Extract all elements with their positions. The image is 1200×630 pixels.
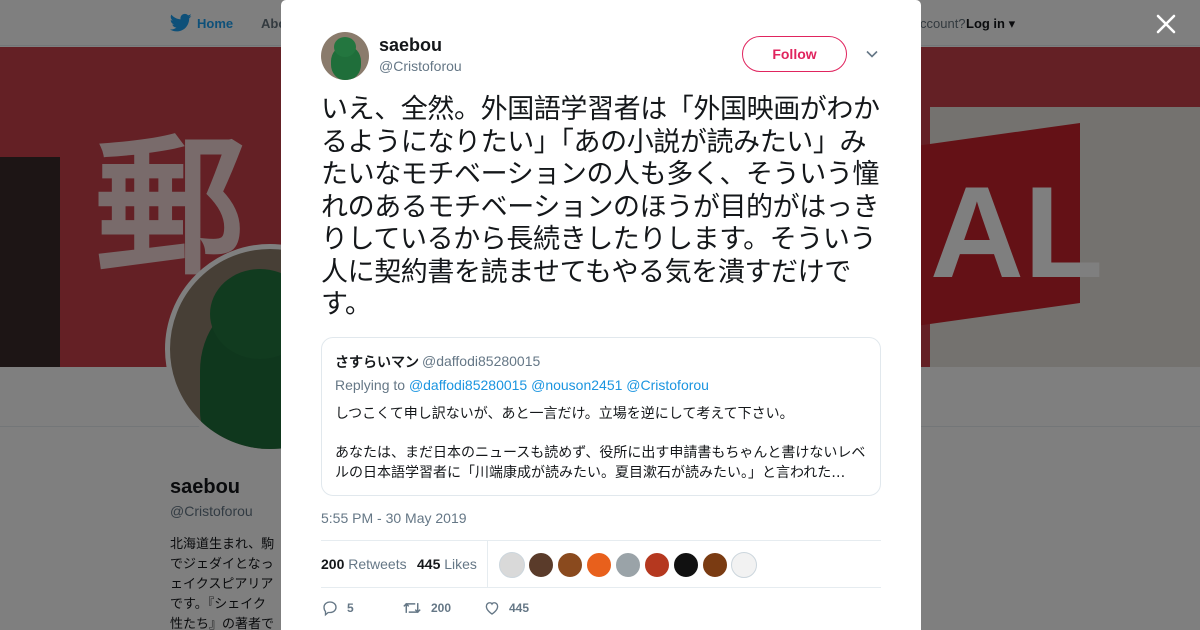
quote-paragraph: しつこくて申し訳ないが、あと一言だけ。立場を逆にして考えて下さい。	[335, 406, 794, 422]
heart-icon	[485, 602, 499, 615]
retweet-count: 200	[431, 601, 452, 615]
quote-body: しつこくて申し訳ないが、あと一言だけ。立場を逆にして考えて下さい。 あなたは、ま…	[335, 404, 870, 495]
follow-button[interactable]: Follow	[742, 36, 847, 72]
reply-button[interactable]: 5	[321, 599, 354, 617]
likes-count: 445	[417, 556, 441, 572]
quoted-tweet[interactable]: さすらいマン @daffodi85280015 Replying to @daf…	[321, 337, 881, 496]
liker-avatar[interactable]	[557, 552, 583, 578]
liker-avatar[interactable]	[644, 552, 670, 578]
reply-icon	[323, 601, 337, 617]
retweets-stat[interactable]: 200 Retweets	[321, 556, 407, 572]
liker-avatar[interactable]	[586, 552, 612, 578]
tweet-timestamp[interactable]: 5:55 PM - 30 May 2019	[321, 510, 467, 526]
avatar-bear-head	[334, 37, 356, 57]
retweet-icon	[403, 602, 421, 614]
quote-replying-to: Replying to @daffodi85280015 @nouson2451…	[335, 377, 709, 393]
retweets-count: 200	[321, 556, 345, 572]
likes-label: Likes	[444, 556, 477, 572]
quote-author-handle: @daffodi85280015	[422, 353, 541, 369]
quote-paragraph: あなたは、まだ日本のニュースも読めず、役所に出す申請書もちゃんと書けないレベルの…	[335, 445, 866, 481]
liker-avatar[interactable]	[615, 552, 641, 578]
tweet-stats: 200 Retweets 445 Likes	[321, 540, 881, 588]
tweet-modal: saebou @Cristoforou Follow いえ、全然。外国語学習者は…	[281, 0, 921, 630]
close-icon[interactable]	[1152, 10, 1180, 38]
liker-avatar[interactable]	[673, 552, 699, 578]
author-avatar[interactable]	[321, 32, 369, 80]
stats-divider	[487, 541, 488, 587]
liker-avatar[interactable]	[702, 552, 728, 578]
likes-stat[interactable]: 445 Likes	[417, 556, 477, 572]
quote-author-name: さすらいマン	[335, 355, 419, 371]
retweets-label: Retweets	[348, 556, 407, 572]
author-name[interactable]: saebou	[379, 35, 442, 56]
like-button[interactable]: 445	[483, 599, 529, 617]
reply-count: 5	[347, 601, 354, 615]
author-handle[interactable]: @Cristoforou	[379, 58, 462, 74]
tweet-actions: 5 200 445	[321, 596, 881, 626]
liker-avatar[interactable]	[499, 552, 525, 578]
replying-prefix: Replying to	[335, 377, 406, 393]
liker-avatar[interactable]	[731, 552, 757, 578]
replying-handles[interactable]: @daffodi85280015 @nouson2451 @Cristoforo…	[409, 377, 709, 393]
like-count: 445	[509, 601, 530, 615]
chevron-down-icon[interactable]	[865, 47, 879, 61]
liker-avatar[interactable]	[528, 552, 554, 578]
tweet-text: いえ、全然。外国語学習者は「外国映画がわかるようになりたい」「あの小説が読みたい…	[321, 94, 880, 320]
retweet-button[interactable]: 200	[401, 599, 451, 617]
